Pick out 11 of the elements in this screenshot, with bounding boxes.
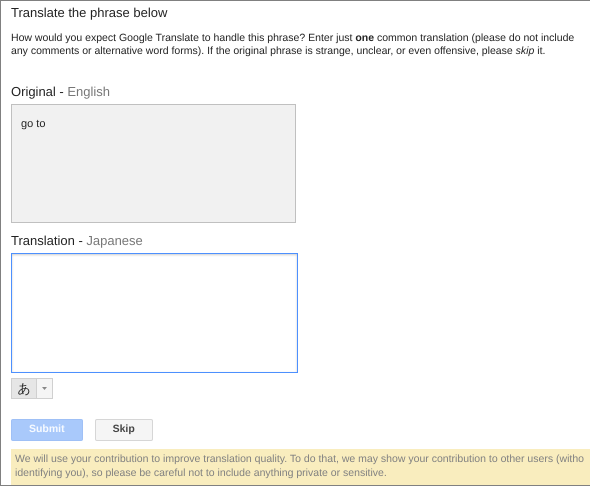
translation-input[interactable] — [11, 253, 298, 373]
instructions: How would you expect Google Translate to handle this phrase? Enter just one common translation (please do not include any comments or alternative word forms). If the original phrase is strange, unclear, or even offensive, please skip it. — [11, 32, 576, 58]
original-text-box: go to — [11, 104, 296, 223]
privacy-notice: We will use your contribution to improve translation quality. To do that, we may show your contribution to other users (witho identifying you), so please be careful not to include anything private or sensitive. — [11, 449, 590, 485]
input-tool-button[interactable]: あ — [11, 378, 37, 399]
caret-icon — [42, 387, 47, 390]
skip-button[interactable]: Skip — [94, 419, 153, 441]
page-title: Translate the phrase below — [11, 4, 168, 21]
field-label: Original - English — [11, 84, 110, 100]
field-label: Translation - Japanese — [11, 233, 143, 249]
dropdown-button[interactable] — [37, 378, 53, 399]
